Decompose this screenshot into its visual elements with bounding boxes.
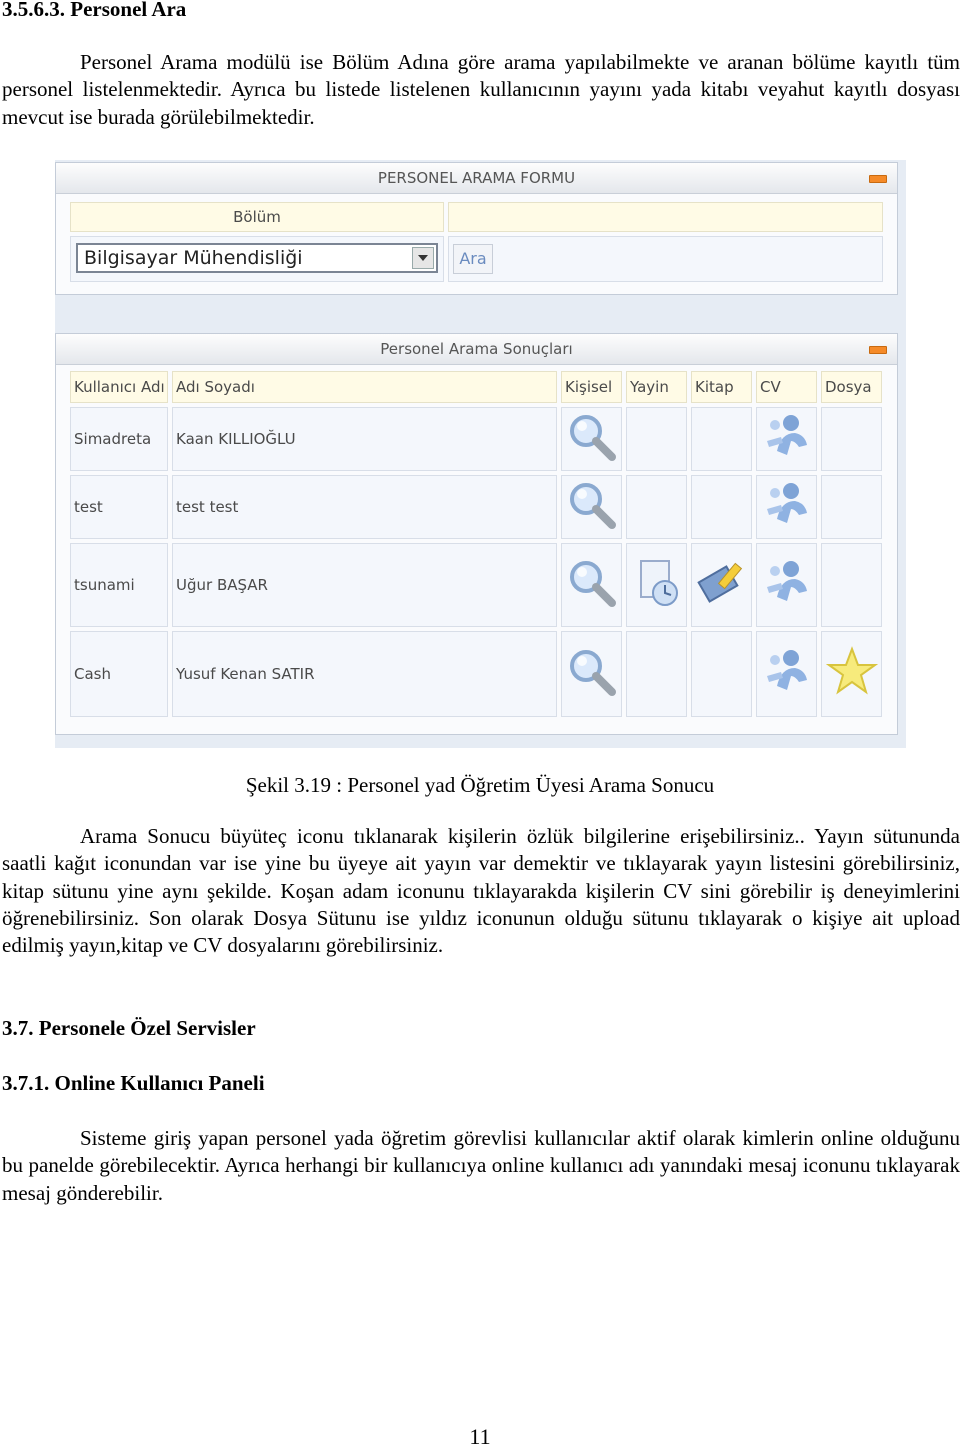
yayin-cell bbox=[626, 407, 687, 471]
department-select-value: Bilgisayar Mühendisliği bbox=[84, 247, 303, 269]
column-header-label: Kitap bbox=[695, 378, 734, 396]
cv-cell[interactable] bbox=[756, 543, 817, 627]
username-text: tsunami bbox=[74, 576, 135, 594]
kitap-cell bbox=[691, 475, 752, 539]
magnifier-icon[interactable] bbox=[566, 411, 618, 467]
cv-cell[interactable] bbox=[756, 407, 817, 471]
fullname-cell: test test bbox=[172, 475, 557, 539]
fullname-cell: Kaan KILLIOĞLU bbox=[172, 407, 557, 471]
results-panel: Personel Arama Sonuçları Kullanıcı Adı Ad… bbox=[55, 333, 898, 735]
magnifier-icon[interactable] bbox=[566, 646, 618, 702]
dosya-cell bbox=[821, 543, 882, 627]
results-title: Personel Arama Sonuçları bbox=[380, 340, 573, 358]
kisisel-cell[interactable] bbox=[561, 407, 622, 471]
section-heading: 3.5.6.3. Personel Ara bbox=[2, 0, 187, 21]
person-icon[interactable] bbox=[761, 479, 813, 535]
column-header-label: Adı Soyadı bbox=[176, 378, 255, 396]
department-label: Bölüm bbox=[233, 208, 281, 226]
column-header: Kullanıcı Adı bbox=[70, 371, 168, 403]
book-pencil-icon[interactable] bbox=[696, 557, 748, 613]
search-form-panel: PERSONEL ARAMA FORMU Bölüm Bilgisayar Mü… bbox=[55, 162, 898, 295]
username-cell[interactable]: Simadreta bbox=[70, 407, 168, 471]
empty-header-cell bbox=[448, 202, 883, 232]
fullname-text: test test bbox=[176, 498, 239, 516]
explanation-paragraph: Arama Sonucu büyüteç iconu tıklanarak ki… bbox=[2, 824, 960, 958]
fullname-text: Uğur BAŞAR bbox=[176, 576, 268, 594]
dosya-cell bbox=[821, 475, 882, 539]
column-header: Kişisel bbox=[561, 371, 622, 403]
column-header: Dosya bbox=[821, 371, 882, 403]
screenshot-figure: PERSONEL ARAMA FORMU Bölüm Bilgisayar Mü… bbox=[55, 160, 906, 748]
column-header: CV bbox=[756, 371, 817, 403]
kisisel-cell[interactable] bbox=[561, 543, 622, 627]
username-text: Simadreta bbox=[74, 430, 152, 448]
kisisel-cell[interactable] bbox=[561, 475, 622, 539]
heading-3-7: 3.7. Personele Özel Servisler bbox=[2, 1016, 256, 1040]
star-icon[interactable] bbox=[825, 646, 878, 702]
yayin-cell bbox=[626, 631, 687, 717]
column-header-label: Kullanıcı Adı bbox=[74, 378, 165, 396]
column-header-label: Dosya bbox=[825, 378, 872, 396]
search-form-title: PERSONEL ARAMA FORMU bbox=[377, 169, 576, 187]
kitap-cell bbox=[691, 407, 752, 471]
department-label-cell: Bölüm bbox=[70, 202, 444, 232]
yayin-cell[interactable] bbox=[626, 543, 687, 627]
fullname-text: Kaan KILLIOĞLU bbox=[176, 430, 296, 448]
column-header-label: CV bbox=[760, 378, 781, 396]
username-text: test bbox=[74, 498, 103, 516]
results-header: Personel Arama Sonuçları bbox=[56, 334, 897, 365]
column-header: Adı Soyadı bbox=[172, 371, 557, 403]
username-cell[interactable]: tsunami bbox=[70, 543, 168, 627]
username-cell[interactable]: test bbox=[70, 475, 168, 539]
column-header-label: Kişisel bbox=[565, 378, 613, 396]
person-icon[interactable] bbox=[761, 646, 813, 702]
cv-cell[interactable] bbox=[756, 475, 817, 539]
username-text: Cash bbox=[74, 665, 111, 683]
fullname-cell: Uğur BAŞAR bbox=[172, 543, 557, 627]
figure-caption: Şekil 3.19 : Personel yad Öğretim Üyesi … bbox=[245, 773, 715, 797]
magnifier-icon[interactable] bbox=[566, 557, 618, 613]
yayin-cell bbox=[626, 475, 687, 539]
person-icon[interactable] bbox=[761, 557, 813, 613]
chevron-down-icon[interactable] bbox=[412, 247, 434, 269]
clock-paper-icon[interactable] bbox=[631, 557, 683, 613]
kitap-cell[interactable] bbox=[691, 543, 752, 627]
fullname-text: Yusuf Kenan SATIR bbox=[176, 665, 315, 683]
search-button[interactable]: Ara bbox=[453, 244, 493, 274]
fullname-cell: Yusuf Kenan SATIR bbox=[172, 631, 557, 717]
heading-3-7-1: 3.7.1. Online Kullanıcı Paneli bbox=[2, 1071, 265, 1095]
magnifier-icon[interactable] bbox=[566, 479, 618, 535]
collapse-icon[interactable] bbox=[869, 346, 887, 354]
page-number: 11 bbox=[469, 1424, 491, 1449]
column-header: Yayin bbox=[626, 371, 687, 403]
search-form-header: PERSONEL ARAMA FORMU bbox=[56, 163, 897, 194]
dosya-cell[interactable] bbox=[821, 631, 882, 717]
collapse-icon[interactable] bbox=[869, 175, 887, 183]
column-header: Kitap bbox=[691, 371, 752, 403]
online-paragraph: Sisteme giriş yapan personel yada öğreti… bbox=[2, 1126, 960, 1205]
kisisel-cell[interactable] bbox=[561, 631, 622, 717]
column-header-label: Yayin bbox=[630, 378, 669, 396]
dosya-cell bbox=[821, 407, 882, 471]
cv-cell[interactable] bbox=[756, 631, 817, 717]
username-cell[interactable]: Cash bbox=[70, 631, 168, 717]
department-select[interactable]: Bilgisayar Mühendisliği bbox=[76, 243, 438, 273]
person-icon[interactable] bbox=[761, 411, 813, 467]
intro-paragraph: Personel Arama modülü ise Bölüm Adına gö… bbox=[2, 50, 960, 129]
kitap-cell bbox=[691, 631, 752, 717]
search-button-cell bbox=[448, 236, 883, 282]
